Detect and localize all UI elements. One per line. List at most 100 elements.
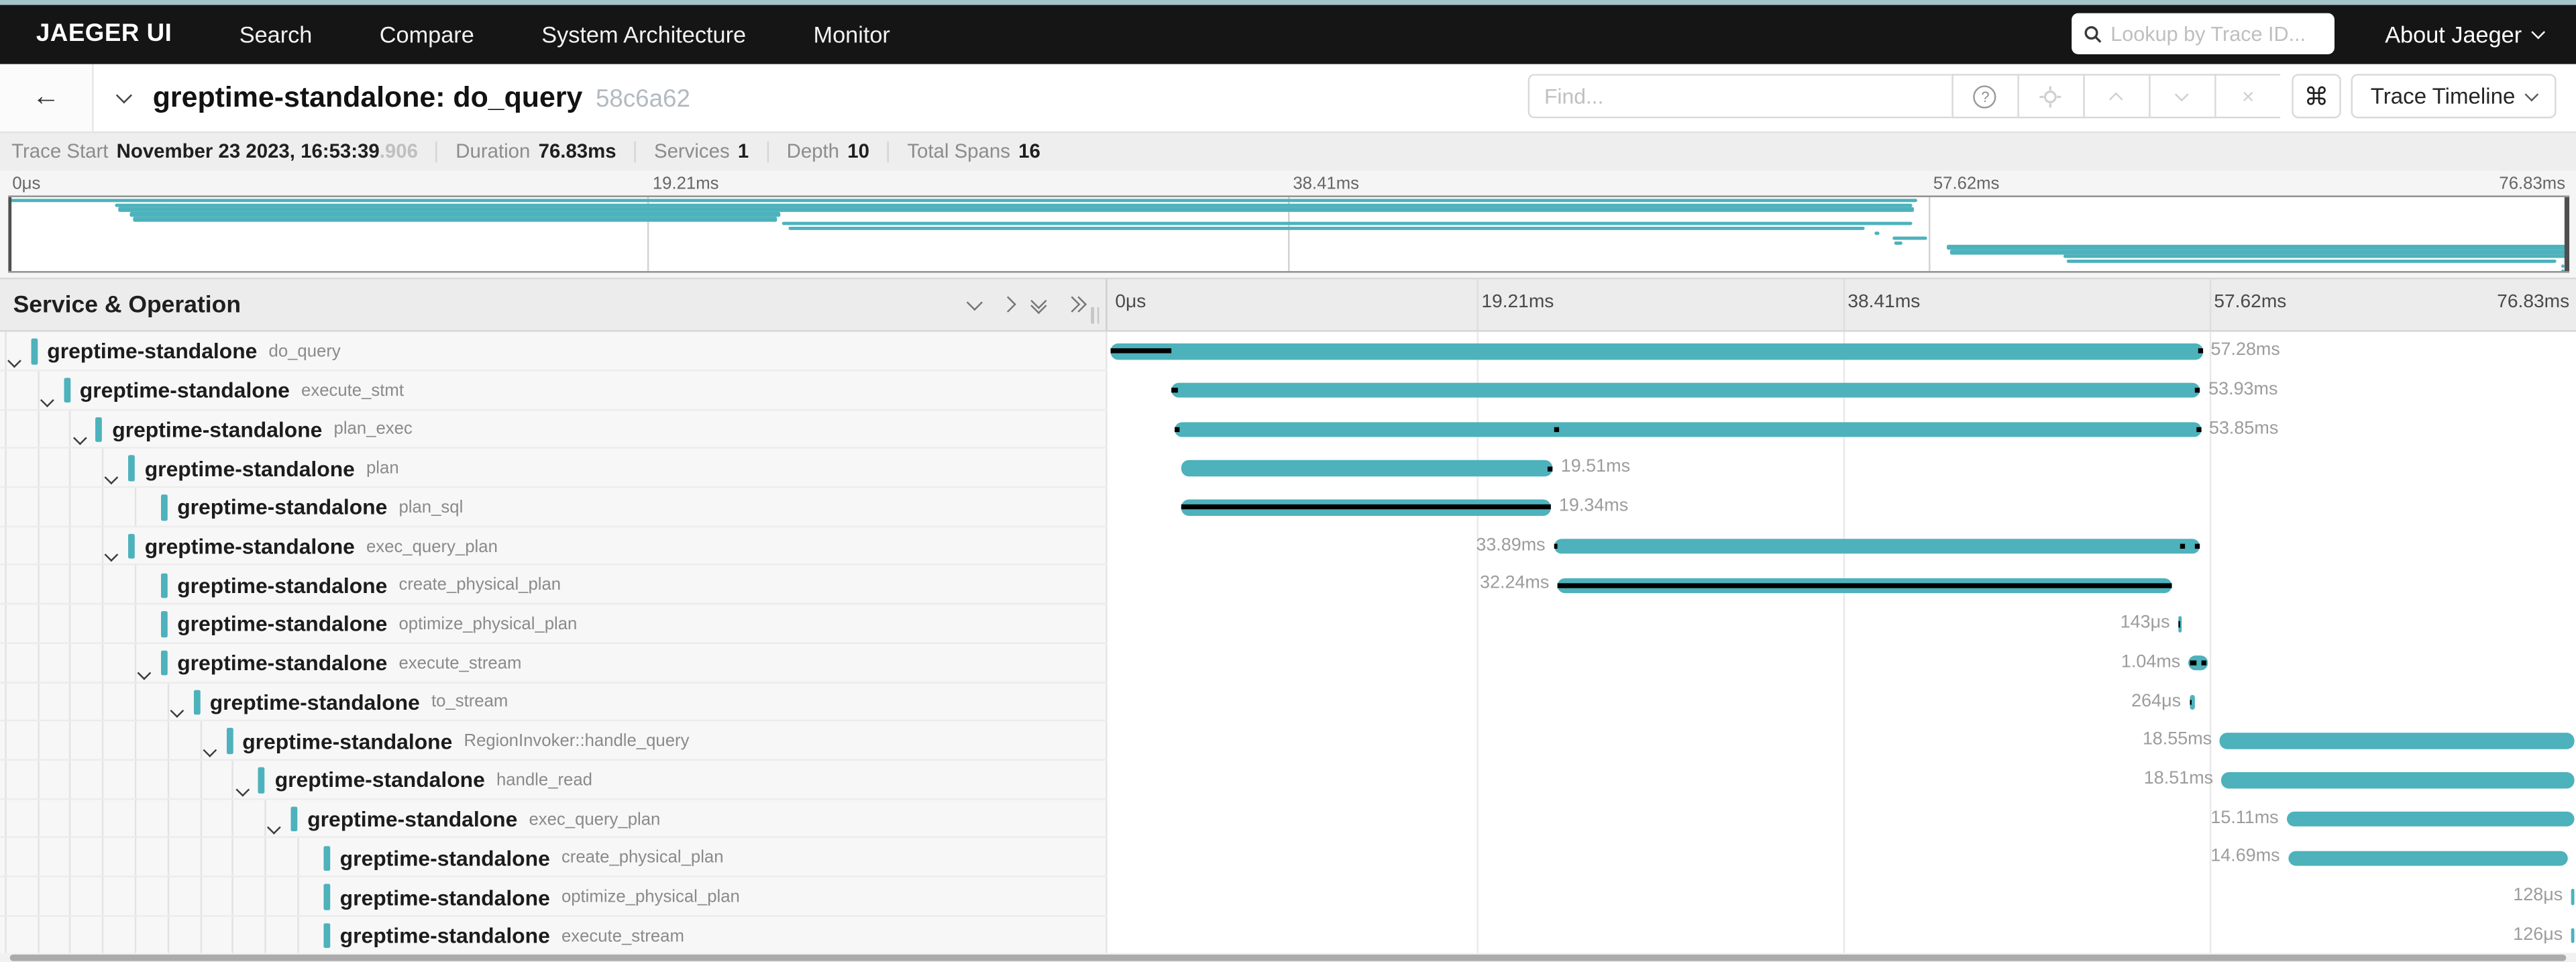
scrollbar-thumb[interactable] (10, 954, 2565, 961)
command-icon: ⌘ (2304, 82, 2329, 111)
span-bar[interactable] (1181, 461, 1553, 476)
span-name[interactable]: greptime-standaloneto_stream (210, 683, 508, 722)
tree-guide-line (167, 761, 168, 800)
span-operation-name: create_physical_plan (398, 576, 561, 595)
tree-guide-line (70, 916, 71, 955)
span-name[interactable]: greptime-standalonecreate_physical_plan (340, 839, 724, 877)
span-bar[interactable] (2221, 772, 2574, 788)
tree-guide-line (5, 449, 6, 488)
back-arrow-icon: ← (32, 81, 60, 113)
find-clear-button[interactable]: × (2214, 74, 2280, 119)
span-service-name: greptime-standalone (210, 690, 420, 714)
find-input[interactable]: Find... (1527, 74, 1951, 119)
find-next-button[interactable] (2149, 74, 2214, 119)
tree-guide-line (37, 566, 38, 604)
service-color-bar (323, 845, 330, 871)
trace-collapse-toggle[interactable] (118, 91, 129, 103)
span-bar[interactable] (2220, 733, 2573, 749)
tree-guide-line (5, 488, 6, 527)
span-name[interactable]: greptime-standalonedo_query (47, 332, 341, 371)
minimap-canvas[interactable] (7, 195, 2569, 272)
tree-guide-line (135, 488, 136, 527)
summary-value: November 23 2023, 16:53:39.906 (117, 140, 418, 163)
span-bar[interactable] (1110, 344, 2202, 360)
span-row: greptime-standalonecreate_physical_plan3… (0, 566, 2576, 604)
tree-guide-line (37, 839, 38, 877)
keyboard-shortcuts-button[interactable]: ⌘ (2292, 74, 2341, 119)
span-name[interactable]: greptime-standaloneexec_query_plan (307, 800, 660, 839)
find-help-button[interactable]: ? (1951, 74, 2017, 119)
critical-path-segment (2196, 427, 2201, 432)
tree-guide-line (102, 761, 103, 800)
span-name[interactable]: greptime-standaloneoptimize_physical_pla… (177, 605, 577, 644)
tree-guide-line (135, 800, 136, 839)
critical-path-segment (1110, 349, 1172, 354)
minimap-span-line (7, 199, 1917, 203)
trace-id: 58c6a62 (596, 85, 690, 113)
span-bar[interactable] (1174, 422, 2201, 437)
span-name[interactable]: greptime-standaloneplan (145, 449, 399, 488)
find-prev-button[interactable] (2083, 74, 2149, 119)
minimap-tick-label: 19.21ms (653, 174, 719, 193)
jaeger-trace-view: JAEGER UI Search Compare System Architectu… (0, 0, 2576, 962)
tree-guide-line (102, 916, 103, 955)
tree-guide-line (232, 800, 233, 839)
nav-item-compare[interactable]: Compare (380, 21, 474, 47)
minimap-tick-label: 38.41ms (1293, 174, 1359, 193)
span-name[interactable]: greptime-standaloneexecute_stmt (80, 371, 404, 410)
tree-guide-line (5, 722, 6, 761)
span-name[interactable]: greptime-standaloneRegionInvoker::handle… (242, 722, 689, 761)
span-bar[interactable] (1554, 539, 2200, 554)
span-operation-name: create_physical_plan (561, 848, 724, 867)
span-bar[interactable] (1172, 383, 2200, 398)
tree-guide-line (167, 800, 168, 839)
summary-value: 1 (738, 140, 749, 163)
span-operation-name: handle_read (496, 770, 592, 790)
nav-item-system-architecture[interactable]: System Architecture (541, 21, 746, 47)
span-name[interactable]: greptime-standalone create_physical_plan (177, 566, 561, 604)
tree-guide-line (265, 877, 266, 916)
span-bar[interactable] (2571, 890, 2573, 905)
span-name[interactable]: greptime-standaloneplan_exec (112, 410, 413, 449)
summary-label: Services (654, 140, 730, 163)
trace-lookup-input[interactable]: Lookup by Trace ID... (2071, 13, 2334, 54)
span-name[interactable]: greptime-standaloneexec_query_plan (145, 527, 498, 566)
span-service-name: greptime-standalone (177, 573, 387, 598)
nav-item-monitor[interactable]: Monitor (814, 21, 890, 47)
tree-guide-line (167, 683, 168, 722)
minimap-span-line (1947, 246, 2566, 250)
span-bar[interactable] (2571, 928, 2573, 944)
span-name[interactable]: greptime-standalonehandle_read (275, 761, 592, 800)
summary-label: Total Spans (907, 140, 1010, 163)
nav-item-search[interactable]: Search (239, 21, 313, 47)
service-color-bar (226, 729, 233, 754)
span-bar[interactable] (2288, 851, 2569, 866)
critical-path-segment (2196, 544, 2200, 549)
minimap-right-handle[interactable] (2565, 197, 2569, 270)
chevron-up-icon (2110, 92, 2124, 106)
critical-path-segment (2190, 700, 2192, 705)
minimap-span-line (133, 217, 777, 221)
about-jaeger-menu[interactable]: About Jaeger (2385, 21, 2543, 47)
critical-path-segment (1548, 466, 1552, 471)
summary-value: 16 (1018, 140, 1040, 163)
tree-guide-line (37, 916, 38, 955)
service-color-bar (63, 378, 70, 403)
span-name[interactable]: greptime-standaloneexecute_stream (340, 916, 684, 955)
span-name[interactable]: greptime-standaloneexecute_stream (177, 644, 521, 683)
back-button[interactable]: ← (0, 64, 94, 131)
critical-path-segment (1172, 388, 1177, 393)
find-locate-button[interactable] (2017, 74, 2083, 119)
span-name[interactable]: greptime-standaloneplan_sql (177, 488, 463, 527)
span-name[interactable]: greptime-standaloneoptimize_physical_pla… (340, 877, 740, 916)
span-bar[interactable] (2287, 812, 2575, 827)
span-row: greptime-standaloneplan19.51ms (0, 449, 2576, 488)
minimap-left-handle[interactable] (7, 197, 11, 270)
view-selector-button[interactable]: Trace Timeline (2351, 74, 2556, 119)
tree-guide-line (102, 644, 103, 683)
jaeger-logo[interactable]: JAEGER UI (36, 20, 172, 48)
minimap-span-line (782, 222, 1912, 226)
timeline-tick-label: 38.41ms (1847, 292, 1920, 312)
tree-guide-line (200, 722, 201, 761)
nav-right: Lookup by Trace ID... About Jaeger (2071, 13, 2576, 54)
